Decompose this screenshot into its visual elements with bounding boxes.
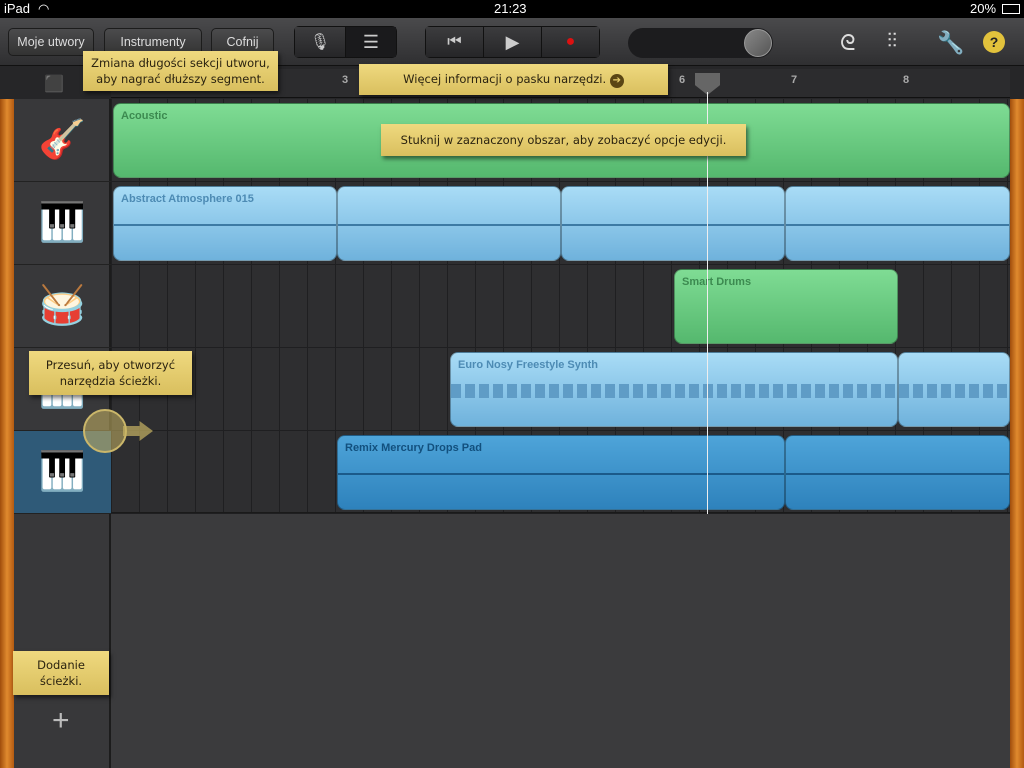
region-loop[interactable] — [561, 186, 785, 261]
status-bar: iPad ◠ 21:23 20% — [0, 0, 1024, 18]
record-icon[interactable]: ● — [542, 27, 599, 57]
region-abstract-atmosphere[interactable]: Abstract Atmosphere 015 — [113, 186, 337, 261]
region-loop[interactable] — [898, 352, 1010, 427]
track-header-drum-machine[interactable]: 🥁 — [14, 265, 111, 348]
region-label: Remix Mercury Drops Pad — [345, 442, 482, 454]
bar-number: 8 — [903, 74, 910, 86]
tip-edit-options: Stuknij w zaznaczony obszar, aby zobaczy… — [381, 124, 746, 156]
track-row: Abstract Atmosphere 015 — [111, 182, 1010, 265]
wifi-icon: ◠ — [38, 1, 50, 16]
bar-number: 6 — [679, 74, 686, 86]
region-loop[interactable] — [337, 186, 561, 261]
track-row: Remix Mercury Drops Pad — [111, 431, 1010, 514]
wood-panel-left — [0, 99, 14, 768]
region-euro-nosy-synth[interactable]: Euro Nosy Freestyle Synth — [450, 352, 898, 427]
region-loop[interactable] — [785, 435, 1010, 510]
view-toggle: 🎙 ☰ — [294, 26, 397, 58]
battery-percent: 20% — [970, 1, 997, 16]
track-row: Smart Drums — [111, 265, 1010, 348]
region-label: Smart Drums — [682, 276, 752, 288]
tip-swipe-tools: Przesuń, aby otworzyć narzędzia ścieżki. — [29, 351, 192, 395]
arrow-right-icon[interactable]: ➔ — [609, 74, 624, 88]
tip-section-length: Zmiana długości sekcji utworu, aby nagra… — [83, 51, 278, 91]
volume-knob[interactable] — [744, 29, 772, 57]
track-row: Euro Nosy Freestyle Synth — [111, 348, 1010, 431]
region-loop[interactable] — [785, 186, 1010, 261]
region-label: Acoustic — [121, 110, 168, 122]
wood-panel-right — [1010, 99, 1024, 768]
transport: ⏮ ▶ ● — [425, 26, 600, 58]
rewind-icon[interactable]: ⏮ — [426, 27, 484, 57]
help-button[interactable]: ? — [983, 31, 1005, 53]
play-icon[interactable]: ▶ — [484, 27, 542, 57]
tracks-view-icon[interactable]: ☰ — [346, 27, 396, 57]
clock: 21:23 — [494, 1, 527, 16]
loop-icon[interactable]: ᘓ — [840, 30, 856, 56]
battery-icon — [1002, 4, 1020, 14]
track-header-acoustic-guitar[interactable]: 🎸 — [14, 99, 111, 182]
tip-text: Więcej informacji o pasku narzędzi. — [403, 72, 607, 86]
region-remix-mercury-drops[interactable]: Remix Mercury Drops Pad — [337, 435, 785, 510]
microphone-icon[interactable]: 🎙 — [295, 27, 346, 57]
region-label: Euro Nosy Freestyle Synth — [458, 359, 598, 371]
bar-number: 7 — [791, 74, 798, 86]
add-track-icon[interactable]: + — [52, 704, 70, 738]
tip-toolbar-info[interactable]: Więcej informacji o pasku narzędzi. ➔ — [359, 64, 668, 95]
my-songs-button[interactable]: Moje utwory — [8, 28, 94, 56]
tip-add-track: Dodanie ścieżki. — [13, 651, 109, 695]
master-volume-slider[interactable] — [628, 28, 773, 58]
puzzle-icon[interactable]: ⬛ — [44, 74, 64, 94]
swipe-arrow-icon — [83, 409, 153, 453]
device-label: iPad — [4, 1, 31, 16]
region-label: Abstract Atmosphere 015 — [121, 193, 254, 205]
track-header-keyboard[interactable]: 🎹 — [14, 182, 111, 265]
bar-number: 3 — [342, 74, 349, 86]
wrench-icon[interactable]: 🔧 — [937, 30, 964, 56]
mixer-icon[interactable]: ⫶⫶ — [887, 30, 897, 53]
